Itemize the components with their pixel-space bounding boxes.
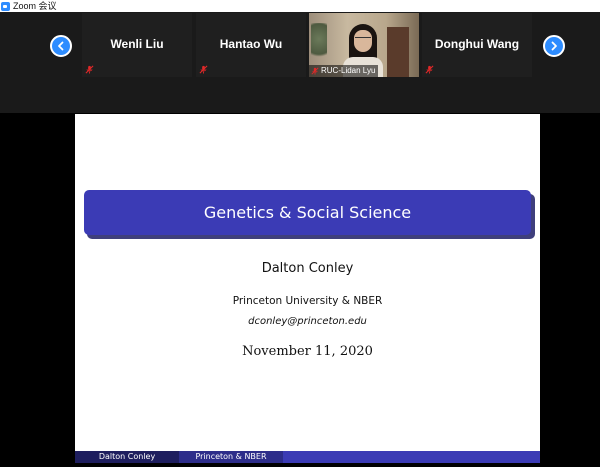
window-title: Zoom 会议 xyxy=(13,1,57,11)
presentation-slide: Genetics & Social Science Dalton Conley … xyxy=(75,114,540,463)
zoom-app-icon xyxy=(1,1,10,11)
previous-page-button[interactable] xyxy=(50,35,72,57)
participant-name: Hantao Wu xyxy=(219,37,283,51)
footer-author: Dalton Conley xyxy=(75,451,179,463)
participant-tile-hantao-wu[interactable]: Hantao Wu xyxy=(196,13,306,77)
participant-tile-ruc-lidan-lyu[interactable]: RUC-Lidan Lyu xyxy=(309,13,419,77)
participant-name: Donghui Wang xyxy=(434,37,520,51)
slide-author: Dalton Conley xyxy=(261,261,354,276)
slide-footline: Dalton Conley Princeton & NBER xyxy=(75,451,540,463)
next-page-button[interactable] xyxy=(543,35,565,57)
muted-mic-icon xyxy=(85,65,94,74)
participant-tile-wenli-liu[interactable]: Wenli Liu xyxy=(82,13,192,77)
chevron-left-icon xyxy=(58,41,64,51)
shared-screen: Genetics & Social Science Dalton Conley … xyxy=(0,113,600,467)
footer-institution: Princeton & NBER xyxy=(179,451,283,463)
participant-tile-donghui-wang[interactable]: Donghui Wang xyxy=(422,13,532,77)
slide-email: dconley@princeton.edu xyxy=(248,316,367,327)
slide-title: Genetics & Social Science xyxy=(84,190,531,235)
participant-name: Wenli Liu xyxy=(110,37,164,51)
chevron-right-icon xyxy=(551,41,557,51)
muted-mic-icon xyxy=(199,65,208,74)
muted-mic-icon xyxy=(311,67,319,75)
participant-name-label: RUC-Lidan Lyu xyxy=(309,65,379,77)
participant-gallery: Wenli Liu Hantao Wu RUC-Lidan Lyu Donghu… xyxy=(0,12,600,113)
muted-mic-icon xyxy=(425,65,434,74)
window-title-bar: Zoom 会议 xyxy=(0,0,600,12)
participant-name: RUC-Lidan Lyu xyxy=(321,66,376,75)
slide-affiliation: Princeton University & NBER xyxy=(232,295,383,307)
slide-date: November 11, 2020 xyxy=(242,344,373,359)
